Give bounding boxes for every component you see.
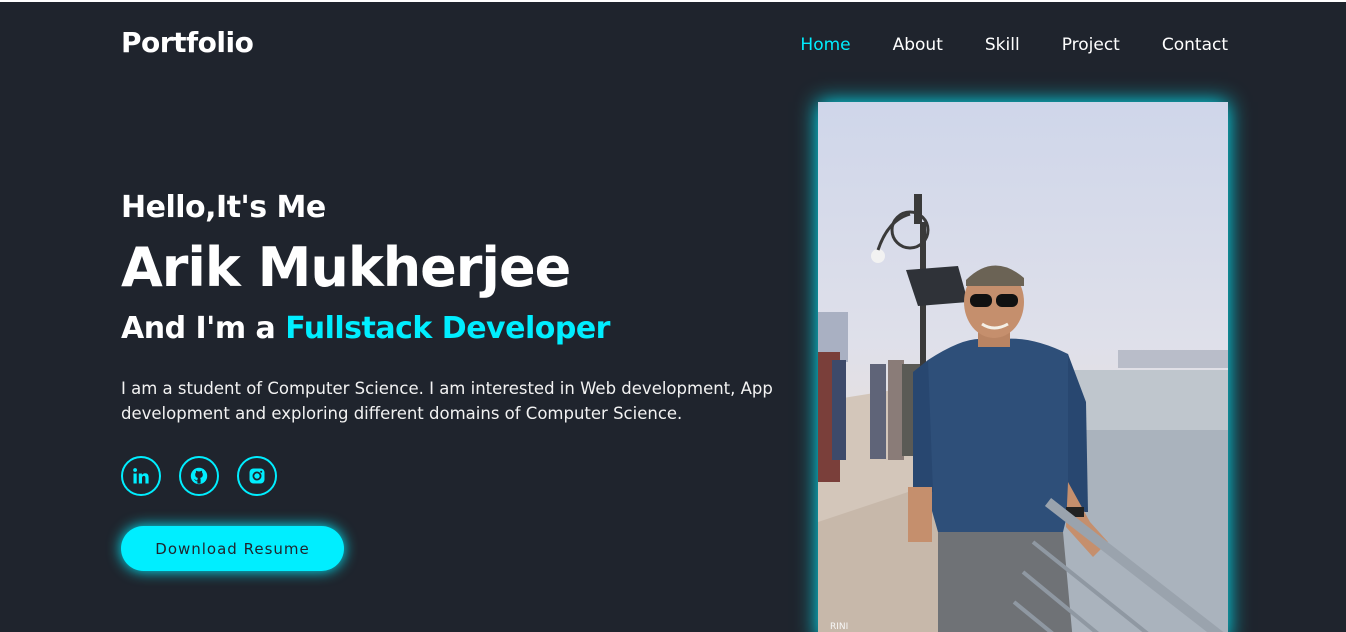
profile-photo-illustration	[818, 194, 1228, 632]
instagram-icon	[249, 468, 265, 484]
github-link[interactable]	[179, 456, 219, 496]
social-links	[121, 456, 277, 496]
nav-about[interactable]: About	[893, 34, 943, 56]
logo[interactable]: Portfolio	[121, 26, 254, 59]
linkedin-link[interactable]	[121, 456, 161, 496]
nav-contact[interactable]: Contact	[1162, 34, 1228, 56]
hero-description: I am a student of Computer Science. I am…	[121, 379, 773, 423]
download-resume-button[interactable]: Download Resume	[121, 526, 344, 571]
top-border	[0, 0, 1346, 2]
hero-name: Arik Mukherjee	[121, 236, 571, 299]
nav-project[interactable]: Project	[1062, 34, 1120, 56]
github-icon	[190, 467, 208, 485]
hero-role: And I'm a Fullstack Developer	[121, 311, 610, 346]
role-highlight: Fullstack Developer	[285, 311, 610, 346]
main-nav: Home About Skill Project Contact	[758, 34, 1228, 56]
hero-greeting: Hello,It's Me	[121, 190, 326, 225]
linkedin-icon	[133, 468, 149, 484]
nav-home[interactable]: Home	[800, 34, 850, 56]
profile-photo: RINI	[818, 102, 1228, 632]
photo-watermark: RINI	[830, 622, 849, 632]
role-prefix: And I'm a	[121, 311, 276, 346]
nav-skill[interactable]: Skill	[985, 34, 1020, 56]
instagram-link[interactable]	[237, 456, 277, 496]
